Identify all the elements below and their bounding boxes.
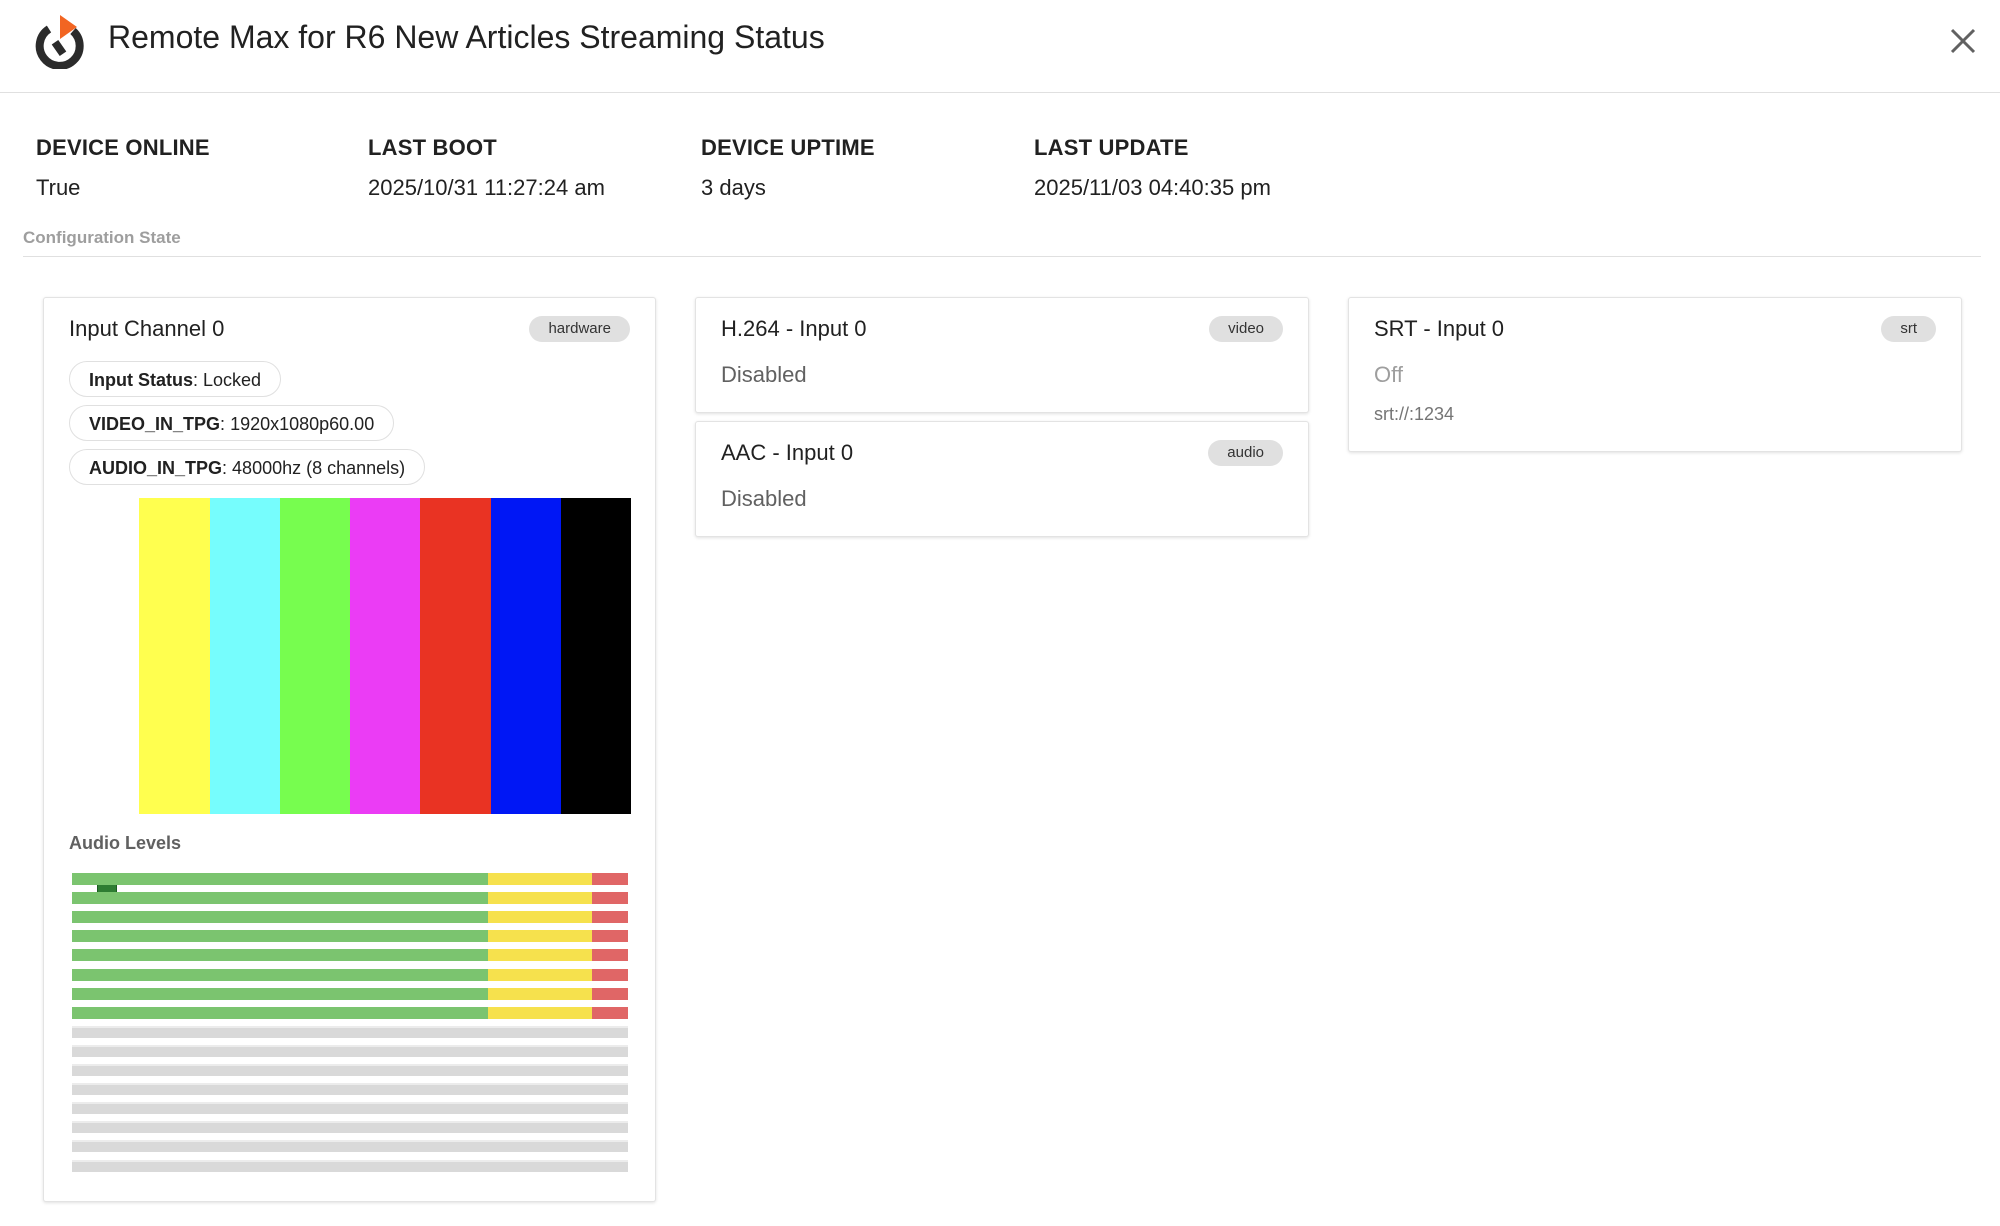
stat-device-uptime: DEVICE UPTIME 3 days (701, 135, 875, 201)
srt-url: srt://:1234 (1374, 404, 1455, 424)
meter-segment-red (592, 1006, 628, 1019)
audio-meter-channel-12 (72, 1083, 628, 1096)
h264-card: H.264 - Input 0 video Disabled (695, 297, 1309, 413)
card-title: Input Channel 0 (69, 316, 225, 341)
video-preview-colorbars (69, 498, 631, 814)
card-title: SRT - Input 0 (1374, 316, 1505, 341)
audio-in-tpg-chip: AUDIO_IN_TPG: 48000hz (8 channels) (69, 449, 426, 485)
colorbar-3 (279, 498, 350, 814)
input-channel-card: Input Channel 0 hardware Input Status: L… (43, 297, 656, 1202)
audio-levels-title: Audio Levels (69, 833, 182, 853)
card-title: H.264 - Input 0 (721, 316, 867, 341)
section-label: Configuration State (23, 228, 181, 247)
audio-meter-channel-10 (72, 1044, 628, 1057)
meter-segment-red (592, 930, 628, 943)
colorbar-4 (350, 498, 421, 814)
card-title: AAC - Input 0 (721, 440, 854, 465)
colorbar-5 (420, 498, 491, 814)
audio-meter-channel-3 (72, 911, 628, 924)
meter-segment-green (72, 873, 488, 885)
meter-segment-yellow (488, 949, 592, 962)
meter-segment-green (72, 987, 488, 1000)
colorbar-2 (209, 498, 280, 814)
meter-segment-red (592, 987, 628, 1000)
status-text: Disabled (721, 486, 807, 511)
stat-value: 2025/11/03 04:40:35 pm (1034, 175, 1271, 200)
meter-segment-yellow (488, 968, 592, 981)
meter-segment-green (72, 949, 488, 962)
meter-segment-red (592, 911, 628, 924)
audio-meter-channel-5 (72, 949, 628, 962)
input-status-chip: Input Status: Locked (69, 361, 282, 397)
audio-meter-channel-6 (72, 968, 628, 981)
stat-last-update: LAST UPDATE 2025/11/03 04:40:35 pm (1034, 135, 1271, 201)
chip-value: Locked (203, 370, 262, 390)
close-icon[interactable] (1946, 24, 1980, 58)
audio-meter-channel-15 (72, 1140, 628, 1153)
stat-device-online: DEVICE ONLINE True (36, 135, 210, 201)
stat-label: LAST UPDATE (1034, 135, 1189, 160)
srt-badge: srt (1881, 316, 1936, 342)
audio-meter-channel-11 (72, 1064, 628, 1076)
meter-segment-green (72, 930, 488, 943)
audio-meter-channel-13 (72, 1102, 628, 1115)
audio-meter-channel-1 (72, 873, 628, 885)
stat-value: 2025/10/31 11:27:24 am (368, 175, 605, 200)
meter-segment-red (592, 873, 628, 885)
meter-segment-red (592, 892, 628, 905)
stat-label: LAST BOOT (368, 135, 497, 160)
audio-badge: audio (1208, 440, 1283, 466)
meter-segment-yellow (488, 873, 592, 885)
page-title: Remote Max for R6 New Articles Streaming… (108, 19, 825, 55)
chip-key: Input Status (89, 370, 193, 390)
audio-meter-channel-4 (72, 930, 628, 943)
audio-meter-channel-16 (72, 1159, 628, 1172)
stat-label: DEVICE ONLINE (36, 135, 210, 160)
audio-meter-channel-2 (72, 892, 628, 905)
meter-segment-yellow (488, 930, 592, 943)
chip-value: 48000hz (8 channels) (232, 458, 406, 478)
meter-segment-green (72, 911, 488, 924)
srt-card: SRT - Input 0 srt Off srt://:1234 (1348, 297, 1962, 452)
colorbar-0 (69, 498, 140, 814)
meter-segment-green (72, 892, 488, 905)
chip-key: VIDEO_IN_TPG (89, 414, 221, 434)
meter-segment-green (72, 1006, 488, 1019)
meter-segment-yellow (488, 911, 592, 924)
meter-segment-yellow (488, 987, 592, 1000)
stat-value: True (36, 175, 81, 200)
chip-value: 1920x1080p60.00 (230, 414, 375, 434)
divider (23, 256, 1981, 257)
meter-segment-red (592, 968, 628, 981)
stat-last-boot: LAST BOOT 2025/10/31 11:27:24 am (368, 135, 605, 201)
power-play-icon (35, 15, 84, 69)
stat-value: 3 days (701, 175, 766, 200)
video-in-tpg-chip: VIDEO_IN_TPG: 1920x1080p60.00 (69, 405, 395, 441)
audio-meter-channel-7 (72, 987, 628, 1000)
colorbar-6 (490, 498, 561, 814)
dialog-header: Remote Max for R6 New Articles Streaming… (0, 0, 2000, 93)
colorbar-1 (139, 498, 210, 814)
meter-segment-yellow (488, 1006, 592, 1019)
audio-meter-channel-14 (72, 1121, 628, 1134)
stat-label: DEVICE UPTIME (701, 135, 875, 160)
chip-key: AUDIO_IN_TPG (89, 458, 223, 478)
audio-meter-channel-9 (72, 1025, 628, 1038)
aac-card: AAC - Input 0 audio Disabled (695, 421, 1309, 537)
meter-segment-green (72, 968, 488, 981)
meter-segment-yellow (488, 892, 592, 905)
status-text: Disabled (721, 362, 807, 387)
audio-meter-channel-8 (72, 1006, 628, 1019)
hardware-badge: hardware (529, 316, 630, 342)
video-badge: video (1209, 316, 1283, 342)
meter-segment-red (592, 949, 628, 962)
status-text: Off (1374, 362, 1403, 387)
colorbar-7 (560, 498, 631, 814)
